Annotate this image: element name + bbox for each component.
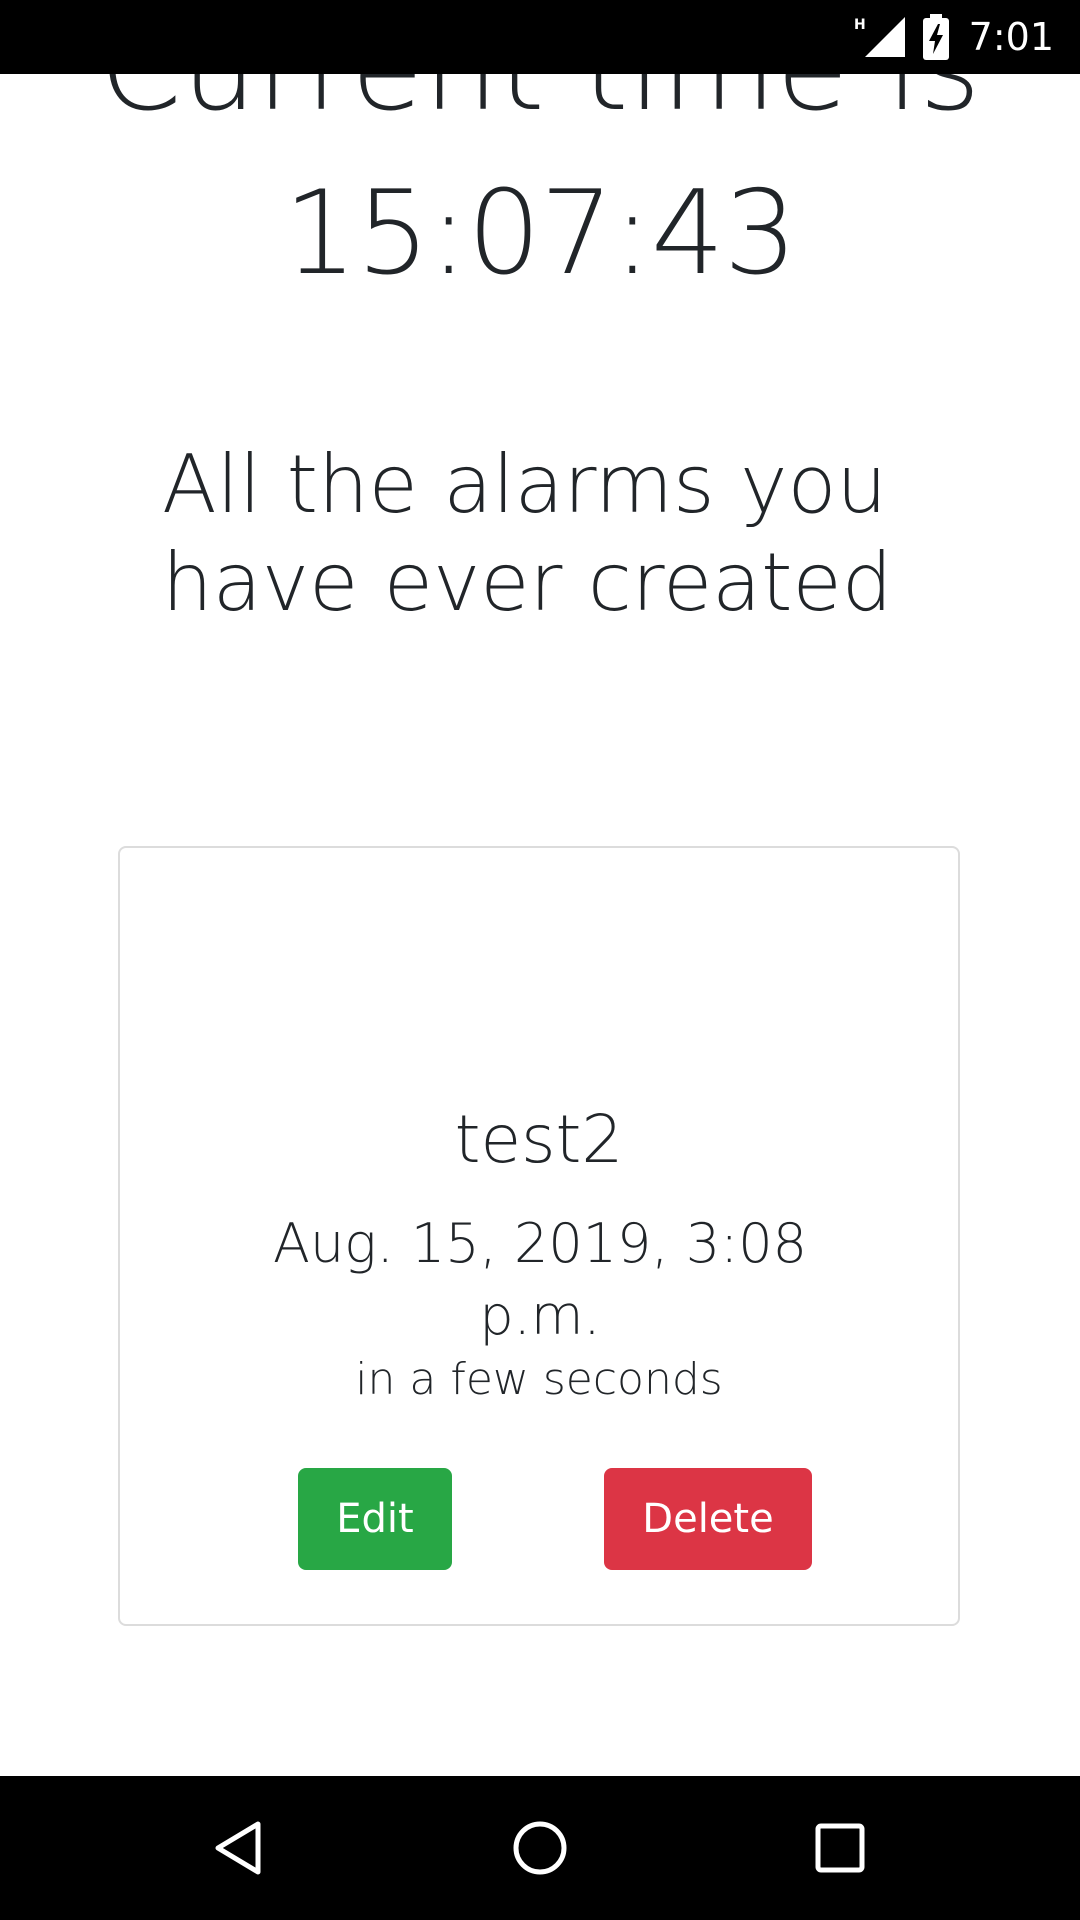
status-bar: H 7:01 <box>0 0 1080 74</box>
page-content: Current time is 15:07:43 All the alarms … <box>0 74 1080 1776</box>
recents-button[interactable] <box>760 1776 920 1920</box>
back-button[interactable] <box>160 1776 320 1920</box>
signal-icon: H <box>854 17 905 57</box>
status-icons: H 7:01 <box>853 0 1054 74</box>
alarm-name: test2 <box>454 1101 624 1178</box>
alarms-section-title: All the alarms you have ever created <box>162 438 893 629</box>
alarm-card: test2 Aug. 15, 2019, 3:08 p.m. in a few … <box>118 846 960 1626</box>
delete-button[interactable]: Delete <box>604 1468 812 1570</box>
navigation-bar <box>0 1776 1080 1920</box>
network-type-icon: H <box>854 17 866 33</box>
current-time-clock: 15:07:43 <box>283 166 798 301</box>
home-button[interactable] <box>460 1776 620 1920</box>
current-time-heading: Current time is <box>0 74 1080 134</box>
home-icon <box>513 1821 567 1875</box>
app-screen: H 7:01 Current time is 15:07:43 All the … <box>0 0 1080 1920</box>
status-time: 7:01 <box>968 15 1054 59</box>
alarm-datetime: Aug. 15, 2019, 3:08 p.m. <box>273 1212 807 1347</box>
edit-button[interactable]: Edit <box>298 1468 452 1570</box>
battery-charging-icon <box>922 14 949 60</box>
recents-icon <box>815 1823 865 1873</box>
alarm-relative-time: in a few seconds <box>355 1354 723 1405</box>
back-icon <box>215 1821 261 1875</box>
